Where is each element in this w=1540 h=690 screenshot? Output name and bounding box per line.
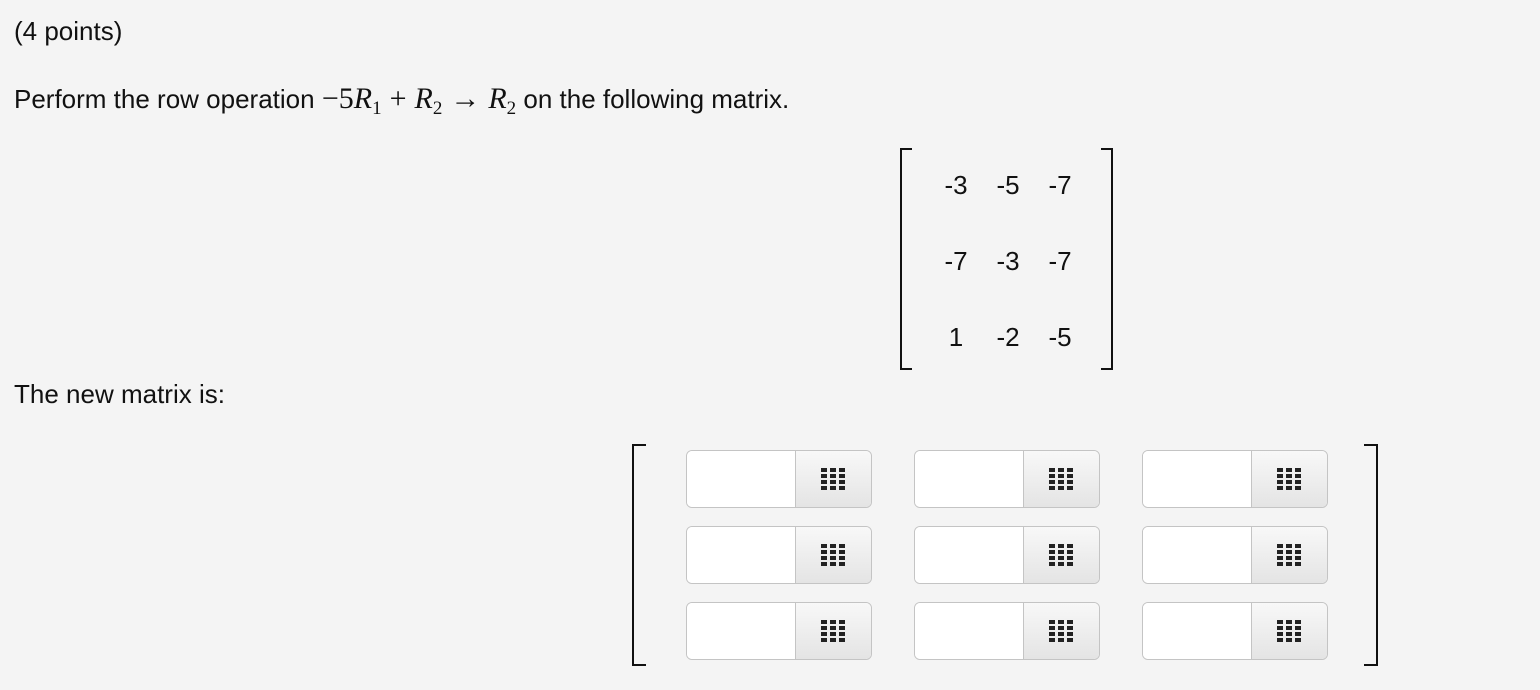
answer-input-r1c3[interactable]: [1143, 451, 1251, 507]
keypad-button[interactable]: [795, 603, 871, 659]
answer-input-group: [914, 450, 1100, 508]
answer-input-group: [686, 602, 872, 660]
matrix-cell: -5: [1048, 322, 1072, 352]
keypad-button[interactable]: [1023, 603, 1099, 659]
keypad-button[interactable]: [1251, 527, 1327, 583]
keypad-button[interactable]: [1023, 527, 1099, 583]
matrix-cell: -7: [944, 246, 968, 276]
matrix-cell: -3: [944, 170, 968, 200]
keypad-button[interactable]: [795, 527, 871, 583]
answer-input-r1c2[interactable]: [915, 451, 1023, 507]
answer-input-group: [914, 602, 1100, 660]
prompt-text-before: Perform the row operation: [14, 84, 322, 114]
operation-row-letter: R: [488, 82, 507, 115]
new-matrix-label: The new matrix is:: [14, 379, 225, 409]
points-label: (4 points): [14, 16, 123, 46]
matrix-cell: -7: [1048, 170, 1072, 200]
matrix-cell: -5: [996, 170, 1020, 200]
keypad-grid-icon: [1277, 544, 1301, 566]
row-operation-expression: −5R1 + R2 → R2: [321, 82, 516, 118]
answer-input-group: [686, 526, 872, 584]
keypad-grid-icon: [1277, 620, 1301, 642]
answer-input-group: [1142, 450, 1328, 508]
matrix-cell: 1: [948, 322, 964, 352]
keypad-grid-icon: [821, 620, 845, 642]
keypad-grid-icon: [821, 468, 845, 490]
matrix-cell: -7: [1048, 246, 1072, 276]
keypad-button[interactable]: [795, 451, 871, 507]
keypad-grid-icon: [1049, 544, 1073, 566]
operation-row-subscript: 2: [432, 98, 443, 119]
keypad-grid-icon: [821, 544, 845, 566]
answer-input-r2c3[interactable]: [1143, 527, 1251, 583]
answer-input-group: [914, 526, 1100, 584]
operation-row-letter: R: [353, 82, 373, 115]
operation-plus: +: [389, 82, 407, 115]
keypad-grid-icon: [1277, 468, 1301, 490]
keypad-button[interactable]: [1251, 603, 1327, 659]
operation-coefficient: −5: [321, 82, 354, 115]
answer-input-r1c1[interactable]: [687, 451, 795, 507]
right-bracket: [1364, 444, 1378, 666]
left-bracket: [632, 444, 646, 666]
answer-input-r2c1[interactable]: [687, 527, 795, 583]
matrix-cell: -3: [996, 246, 1020, 276]
given-matrix: -3 -5 -7 -7 -3 -7 1 -2 -5: [900, 148, 1113, 370]
keypad-button[interactable]: [1023, 451, 1099, 507]
keypad-button[interactable]: [1251, 451, 1327, 507]
answer-input-r3c1[interactable]: [687, 603, 795, 659]
answer-input-r2c2[interactable]: [915, 527, 1023, 583]
answer-matrix: [632, 444, 1378, 666]
keypad-grid-icon: [1049, 468, 1073, 490]
operation-row-letter: R: [414, 82, 433, 115]
left-bracket: [900, 148, 912, 370]
matrix-cell: -2: [996, 322, 1020, 352]
answer-input-group: [686, 450, 872, 508]
answer-input-group: [1142, 526, 1328, 584]
question-prompt: Perform the row operation −5R1 + R2 → R2 on …: [14, 80, 789, 118]
answer-input-r3c2[interactable]: [915, 603, 1023, 659]
prompt-text-after: on the following matrix.: [516, 84, 790, 114]
operation-arrow: →: [450, 82, 481, 115]
answer-input-group: [1142, 602, 1328, 660]
right-bracket: [1101, 148, 1113, 370]
keypad-grid-icon: [1049, 620, 1073, 642]
answer-input-r3c3[interactable]: [1143, 603, 1251, 659]
operation-row-subscript: 2: [506, 98, 517, 119]
operation-row-subscript: 1: [372, 98, 382, 119]
